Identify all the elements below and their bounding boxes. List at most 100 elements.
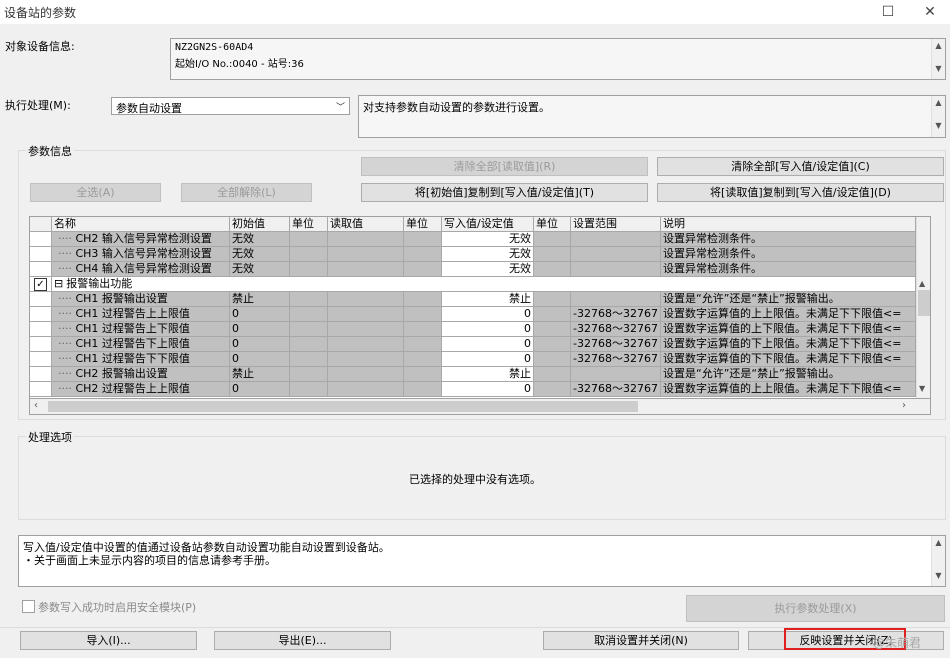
cell-desc: 设置数字运算值的下下限值。未满足下下限值<= bbox=[661, 352, 916, 367]
deselect-all-button[interactable]: 全部解除(L) bbox=[181, 183, 312, 202]
info-text-line2: ・关于画面上未显示内容的项目的信息请参考手册。 bbox=[23, 554, 276, 567]
cell-init: 无效 bbox=[230, 262, 290, 277]
cell-write[interactable]: 0 bbox=[442, 322, 534, 337]
process-select[interactable]: 参数自动设置 ﹀ bbox=[111, 97, 350, 115]
cell-range bbox=[571, 232, 661, 247]
cell-check bbox=[30, 352, 52, 367]
table-row[interactable]: ···· CH1 报警输出设置 禁止 禁止 设置是“允许”还是“禁止”报警输出。 bbox=[30, 292, 916, 307]
header-write[interactable]: 写入值/设定值 bbox=[442, 217, 534, 232]
header-name[interactable]: 名称 bbox=[52, 217, 230, 232]
table-row[interactable]: ···· CH1 过程警告下下限值 0 0 -32768～32767 设置数字运算值的下… bbox=[30, 352, 916, 367]
cell-init: 0 bbox=[230, 322, 290, 337]
vertical-scroll-thumb[interactable] bbox=[918, 290, 930, 316]
copy-read-button[interactable]: 将[读取值]复制到[写入值/设定值](D) bbox=[657, 183, 944, 202]
cell-u1 bbox=[290, 322, 328, 337]
table-row[interactable]: ···· CH3 输入信号异常检测设置 无效 无效 设置异常检测条件。 bbox=[30, 247, 916, 262]
select-all-button[interactable]: 全选(A) bbox=[30, 183, 161, 202]
table-row[interactable]: ···· CH2 过程警告上上限值 0 0 -32768～32767 设置数字运算值的上… bbox=[30, 382, 916, 397]
header-range[interactable]: 设置范围 bbox=[571, 217, 661, 232]
param-name: CH1 过程警告下上限值 bbox=[75, 337, 190, 350]
cell-name: ···· CH3 输入信号异常检测设置 bbox=[52, 247, 230, 262]
table-row[interactable]: ···· CH1 过程警告上下限值 0 0 -32768～32767 设置数字运算值的上… bbox=[30, 322, 916, 337]
cell-name: ···· CH4 输入信号异常检测设置 bbox=[52, 262, 230, 277]
group-check-cell: ✓ bbox=[30, 277, 52, 292]
cell-read bbox=[328, 307, 404, 322]
scroll-up-icon[interactable]: ▲ bbox=[919, 279, 925, 288]
cell-write[interactable]: 0 bbox=[442, 382, 534, 397]
table-row[interactable]: ···· CH4 输入信号异常检测设置 无效 无效 设置异常检测条件。 bbox=[30, 262, 916, 277]
cancel-close-button[interactable]: 取消设置并关闭(N) bbox=[543, 631, 739, 650]
grid-vertical-scrollbar[interactable]: ▲ ▼ bbox=[916, 217, 930, 398]
tree-line-icon: ···· bbox=[58, 322, 76, 335]
cell-write[interactable]: 0 bbox=[442, 337, 534, 352]
cell-init: 0 bbox=[230, 352, 290, 367]
group-checkbox[interactable]: ✓ bbox=[34, 278, 47, 291]
cell-write[interactable]: 禁止 bbox=[442, 367, 534, 382]
clear-write-button[interactable]: 清除全部[写入值/设定值](C) bbox=[657, 157, 944, 176]
header-unit1[interactable]: 单位 bbox=[290, 217, 328, 232]
table-row[interactable]: ···· CH2 输入信号异常检测设置 无效 无效 设置异常检测条件。 bbox=[30, 232, 916, 247]
cell-desc: 设置异常检测条件。 bbox=[661, 262, 916, 277]
parameter-grid[interactable]: 名称 初始值 单位 读取值 单位 写入值/设定值 单位 设置范围 说明 ····… bbox=[29, 216, 931, 399]
clear-read-button[interactable]: 清除全部[读取值](R) bbox=[361, 157, 648, 176]
tree-line-icon: ···· bbox=[58, 292, 76, 305]
table-row[interactable]: ···· CH2 报警输出设置 禁止 禁止 设置是“允许”还是“禁止”报警输出。 bbox=[30, 367, 916, 382]
tree-line-icon: ···· bbox=[58, 262, 76, 275]
cell-u2 bbox=[404, 382, 442, 397]
cell-range: -32768～32767 bbox=[571, 322, 661, 337]
close-icon[interactable]: ✕ bbox=[920, 2, 940, 22]
cell-desc: 设置是“允许”还是“禁止”报警输出。 bbox=[661, 292, 916, 307]
cell-write[interactable]: 无效 bbox=[442, 247, 534, 262]
cell-u1 bbox=[290, 247, 328, 262]
process-description-scrollbar[interactable]: ▲ ▼ bbox=[931, 96, 945, 137]
scroll-left-icon[interactable]: ‹ bbox=[34, 400, 38, 411]
cell-write[interactable]: 0 bbox=[442, 307, 534, 322]
header-unit3[interactable]: 单位 bbox=[534, 217, 571, 232]
grid-horizontal-scrollbar[interactable]: ‹ › bbox=[29, 399, 931, 415]
table-row[interactable]: ···· CH1 过程警告下上限值 0 0 -32768～32767 设置数字运算值的下… bbox=[30, 337, 916, 352]
info-text-scrollbar[interactable]: ▲ ▼ bbox=[931, 536, 945, 586]
import-button[interactable]: 导入(I)... bbox=[20, 631, 197, 650]
cell-write[interactable]: 0 bbox=[442, 352, 534, 367]
cell-write[interactable]: 无效 bbox=[442, 232, 534, 247]
cell-check bbox=[30, 232, 52, 247]
export-button[interactable]: 导出(E)... bbox=[214, 631, 391, 650]
cell-range: -32768～32767 bbox=[571, 352, 661, 367]
param-name: CH1 过程警告上下限值 bbox=[75, 322, 190, 335]
target-info-scrollbar[interactable]: ▲ ▼ bbox=[931, 39, 945, 79]
process-description: 对支持参数自动设置的参数进行设置。 bbox=[363, 101, 550, 114]
maximize-icon[interactable]: ☐ bbox=[878, 2, 898, 22]
horizontal-scroll-thumb[interactable] bbox=[48, 401, 638, 412]
header-initial[interactable]: 初始值 bbox=[230, 217, 290, 232]
target-info-label: 对象设备信息: bbox=[5, 40, 75, 53]
header-desc[interactable]: 说明 bbox=[661, 217, 916, 232]
cell-check bbox=[30, 367, 52, 382]
process-options-label: 处理选项 bbox=[26, 429, 74, 445]
group-row[interactable]: ✓ ⊟ 报警输出功能 bbox=[30, 277, 916, 292]
cell-name: ···· CH1 过程警告下上限值 bbox=[52, 337, 230, 352]
cell-u2 bbox=[404, 292, 442, 307]
scroll-down-icon[interactable]: ▼ bbox=[919, 384, 925, 393]
cell-range: -32768～32767 bbox=[571, 337, 661, 352]
safety-checkbox[interactable] bbox=[22, 600, 35, 613]
cell-check bbox=[30, 307, 52, 322]
target-info-box: NZ2GN2S-60AD4 起始I/O No.:0040 - 站号:36 ▲ ▼ bbox=[170, 38, 946, 80]
cell-u3 bbox=[534, 262, 571, 277]
cell-init: 无效 bbox=[230, 232, 290, 247]
copy-initial-button[interactable]: 将[初始值]复制到[写入值/设定值](T) bbox=[361, 183, 648, 202]
table-row[interactable]: ···· CH1 过程警告上上限值 0 0 -32768～32767 设置数字运算值的上… bbox=[30, 307, 916, 322]
header-read[interactable]: 读取值 bbox=[328, 217, 404, 232]
cell-write[interactable]: 禁止 bbox=[442, 292, 534, 307]
cell-read bbox=[328, 367, 404, 382]
cell-u1 bbox=[290, 367, 328, 382]
cell-desc: 设置是“允许”还是“禁止”报警输出。 bbox=[661, 367, 916, 382]
cell-init: 无效 bbox=[230, 247, 290, 262]
cell-u3 bbox=[534, 382, 571, 397]
header-unit2[interactable]: 单位 bbox=[404, 217, 442, 232]
chevron-down-icon: ﹀ bbox=[335, 103, 345, 113]
collapse-icon[interactable]: ⊟ bbox=[54, 277, 63, 290]
scroll-right-icon[interactable]: › bbox=[902, 400, 906, 411]
cell-u1 bbox=[290, 382, 328, 397]
cell-write[interactable]: 无效 bbox=[442, 262, 534, 277]
execute-button[interactable]: 执行参数处理(X) bbox=[686, 595, 945, 622]
